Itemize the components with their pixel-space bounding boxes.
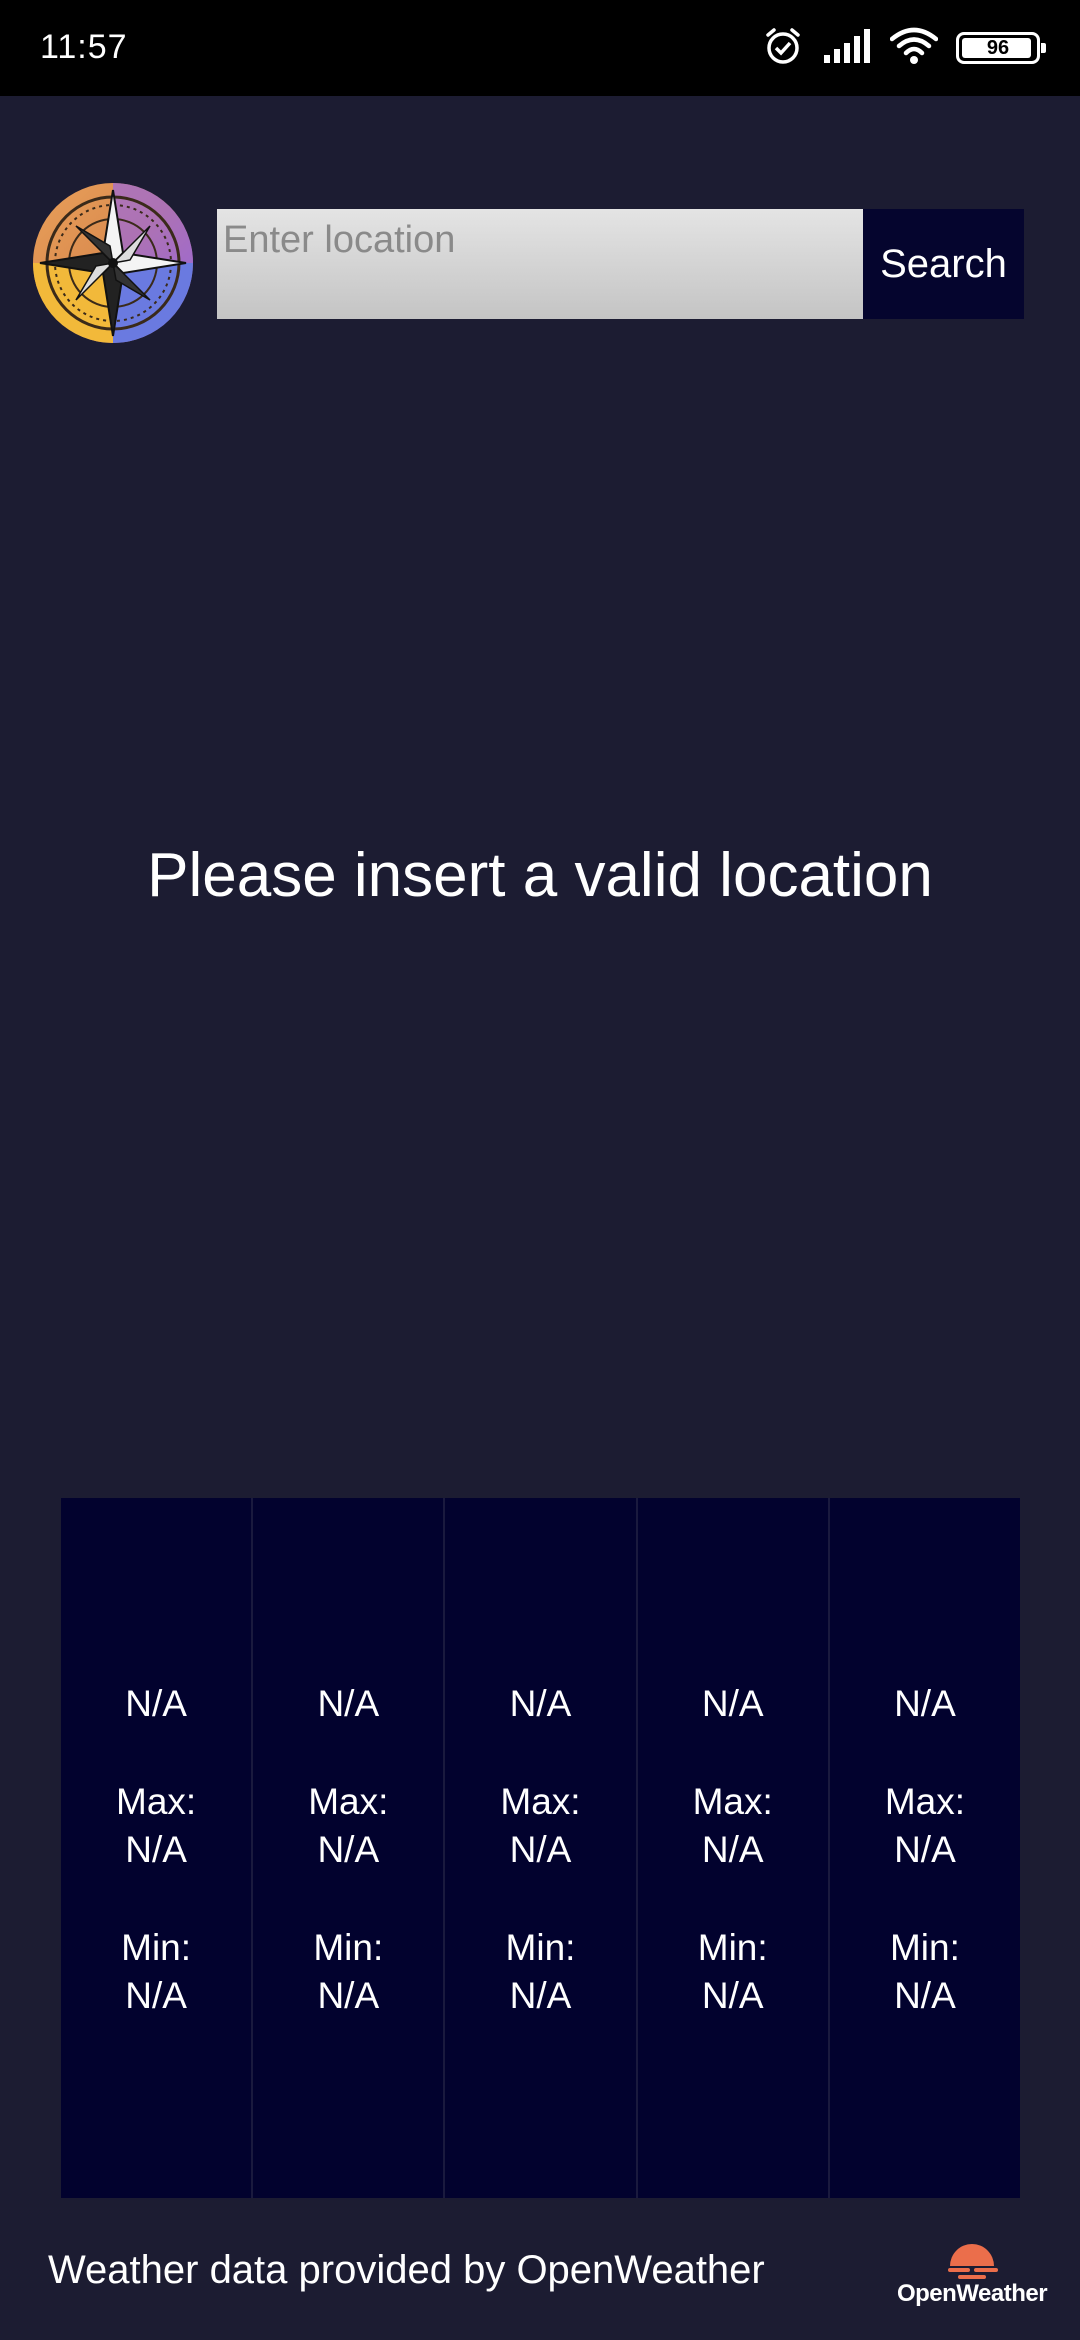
max-temp-value: N/A (317, 1829, 380, 1870)
min-temp-label: Min: (121, 1927, 192, 1968)
forecast-condition: N/A (317, 1683, 380, 1724)
attribution-text: Weather data provided by OpenWeather (48, 2248, 765, 2292)
forecast-condition: N/A (509, 1683, 572, 1724)
battery-icon: 96 (956, 32, 1046, 64)
max-temp-label: Max: (500, 1781, 581, 1822)
min-temp-value: N/A (317, 1975, 380, 2016)
search-bar: Search (0, 180, 1080, 350)
max-temp-label: Max: (884, 1781, 965, 1822)
min-temp-label: Min: (505, 1927, 576, 1968)
max-temp-label: Max: (692, 1781, 773, 1822)
min-temp-value: N/A (701, 1975, 764, 2016)
min-temp-label: Min: (313, 1927, 384, 1968)
search-button[interactable]: Search (863, 209, 1024, 319)
max-temp-value: N/A (509, 1829, 572, 1870)
forecast-condition: N/A (701, 1683, 764, 1724)
battery-level: 96 (986, 36, 1010, 59)
forecast-day-5: N/A Max: N/A Min: N/A (830, 1498, 1020, 2198)
max-temp-value: N/A (894, 1829, 956, 1870)
openweather-logo-text: OpenWeather (896, 2280, 1048, 2307)
forecast-condition: N/A (894, 1683, 956, 1724)
openweather-logo[interactable]: OpenWeather (892, 2236, 1052, 2307)
status-bar: 11:57 96 (0, 0, 1080, 96)
min-temp-value: N/A (894, 1975, 956, 2016)
location-search-input[interactable] (217, 209, 863, 319)
forecast-day-1: N/A Max: N/A Min: N/A (61, 1498, 254, 2198)
max-temp-label: Max: (116, 1781, 197, 1822)
compass-rose-logo (32, 182, 194, 344)
forecast-condition: N/A (125, 1683, 187, 1724)
min-temp-value: N/A (125, 1975, 187, 2016)
wifi-icon (889, 27, 939, 70)
status-message: Please insert a valid location (147, 841, 933, 910)
forecast-day-4: N/A Max: N/A Min: N/A (638, 1498, 830, 2198)
forecast-day-3: N/A Max: N/A Min: N/A (445, 1498, 638, 2198)
max-temp-value: N/A (125, 1829, 187, 1870)
forecast-day-2: N/A Max: N/A Min: N/A (253, 1498, 446, 2198)
min-temp-value: N/A (509, 1975, 572, 2016)
signal-icon (822, 28, 872, 68)
max-temp-value: N/A (701, 1829, 764, 1870)
battery-tip (1041, 43, 1046, 53)
openweather-sun-icon (948, 2244, 998, 2279)
min-temp-label: Min: (889, 1927, 960, 1968)
alarm-icon (762, 25, 804, 72)
forecast-panel: N/A Max: N/A Min: N/A N/A Max: N/A Min: … (61, 1498, 1020, 2198)
min-temp-label: Min: (697, 1927, 768, 1968)
max-temp-label: Max: (308, 1781, 389, 1822)
status-time: 11:57 (40, 28, 128, 66)
status-icons: 96 (762, 25, 1046, 72)
